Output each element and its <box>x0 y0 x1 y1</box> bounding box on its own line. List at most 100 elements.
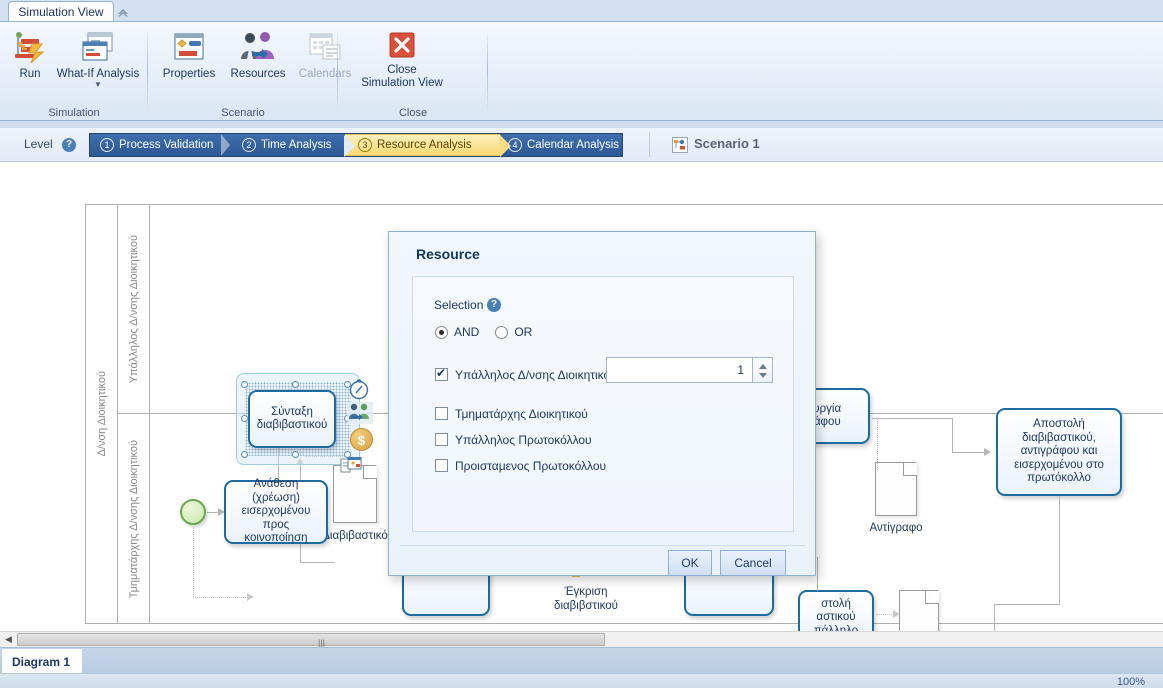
checkbox-proistamenos[interactable] <box>435 459 448 472</box>
sequence-flow <box>994 604 995 631</box>
close-icon <box>389 32 415 58</box>
start-event[interactable] <box>180 499 206 525</box>
connector <box>300 562 335 563</box>
level-steps: 1 Process Validation 2 Time Analysis 3 R… <box>89 133 623 157</box>
resources-icon <box>241 32 274 59</box>
checkbox-ypallilos-protokollou-label: Υπάλληλος Πρωτοκόλλου <box>455 433 592 447</box>
diagram-canvas[interactable]: Δ/νση Διοικητικού Υπάλληλος Δ/νσης Διοικ… <box>0 162 1163 631</box>
resize-handle[interactable] <box>292 381 299 388</box>
selection-radio-group: AND OR <box>435 325 548 339</box>
radio-and[interactable] <box>435 325 448 339</box>
step-chevron <box>221 134 235 156</box>
level-step-resource-analysis[interactable]: 3 Resource Analysis <box>358 134 472 156</box>
quantity-stepper[interactable]: 1 <box>606 357 773 383</box>
lane-label: Υπάλληλος Δ/νσης Διοικητικού <box>127 234 140 384</box>
chevron-down-icon[interactable]: ▼ <box>94 81 102 89</box>
ok-button[interactable]: OK <box>668 550 712 576</box>
run-button[interactable]: Run <box>8 26 52 81</box>
step-number: 1 <box>100 138 114 152</box>
step-label: Calendar Analysis <box>527 139 620 151</box>
document-tabbar: Diagram 1 <box>0 647 1163 674</box>
properties-button[interactable]: Properties <box>156 26 222 81</box>
cancel-button-label: Cancel <box>734 556 772 570</box>
ribbon-group-scenario-label: Scenario <box>221 107 265 119</box>
horizontal-scrollbar[interactable]: ◀ ||| <box>0 631 1163 648</box>
divider <box>400 545 805 546</box>
run-icon <box>15 32 45 64</box>
scrollbar-thumb[interactable]: ||| <box>17 633 605 648</box>
resource-dialog[interactable]: Resource Selection ? AND OR Υπάλληλος Δ/… <box>388 231 816 576</box>
quantity-input[interactable]: 1 <box>606 357 753 383</box>
quantity-spin-buttons[interactable] <box>753 357 773 383</box>
ribbon-group-simulation-label: Simulation <box>48 107 100 119</box>
resize-handle[interactable] <box>241 451 248 458</box>
ribbon-group-close: Close Simulation View Close <box>338 22 488 121</box>
cost-badge-icon[interactable]: $ <box>350 428 373 451</box>
data-object-antigrafo-label: Αντίγραφο <box>869 522 923 534</box>
checkbox-row-ypallilos-protokollou[interactable]: Υπάλληλος Πρωτοκόλλου <box>435 432 665 449</box>
resize-handle[interactable] <box>241 381 248 388</box>
what-if-analysis-button[interactable]: What-If Analysis ▼ <box>56 26 140 89</box>
task-anathesi-xreosi[interactable]: Ανάθεση (χρέωση) εισερχομένου προς κοινο… <box>224 478 328 544</box>
resources-label: Resources <box>230 68 286 80</box>
lane-header-2: Τμηματάρχης Δ/νσης Διοικητικού <box>118 414 150 624</box>
sequence-flow <box>952 452 985 453</box>
lane-label: Τμηματάρχης Δ/νσης Διοικητικού <box>127 439 140 599</box>
step-number: 4 <box>508 138 522 152</box>
resources-button[interactable]: Resources <box>226 26 290 81</box>
tab-simulation-view[interactable]: Simulation View <box>8 1 114 22</box>
task-apostoli-ypallilo[interactable]: στολή αστικού πάλληλο <box>798 590 874 631</box>
sequence-flow <box>817 557 818 591</box>
chevron-up-icon[interactable] <box>113 4 133 20</box>
resize-handle[interactable] <box>292 451 299 458</box>
timer-clock-icon[interactable] <box>348 378 369 400</box>
ribbon-group-simulation: Run What-If Analysis ▼ Simulation <box>0 22 148 121</box>
lane-header-1: Υπάλληλος Δ/νσης Διοικητικού <box>118 205 150 413</box>
task-syntaxi-diavivastikou[interactable]: Σύνταξη διαβιβαστικού <box>248 390 336 448</box>
ribbon-group-close-label: Close <box>398 107 428 119</box>
cancel-button[interactable]: Cancel <box>720 550 786 576</box>
level-step-process-validation[interactable]: 1 Process Validation <box>100 134 213 156</box>
level-bar: Level ? 1 Process Validation 2 Time Anal… <box>0 128 1163 162</box>
radio-or[interactable] <box>495 325 509 339</box>
step-number: 3 <box>358 138 372 152</box>
checkbox-ypallilos-dnsis[interactable] <box>435 366 448 381</box>
sequence-flow <box>994 604 1060 605</box>
data-object-egkekrimeno[interactable] <box>899 590 939 631</box>
sequence-flow <box>872 418 952 419</box>
task-apostoli-sto-protokollo[interactable]: Αποστολή διαβιβαστικού, αντιγράφου και ε… <box>996 408 1122 496</box>
checkbox-tmimatarxis[interactable] <box>435 407 448 420</box>
ribbon-group-divider <box>487 28 488 112</box>
scroll-left-button[interactable]: ◀ <box>0 632 17 647</box>
ribbon-tabstrip: Simulation View <box>0 0 1163 22</box>
close-simulation-view-button[interactable]: Close Simulation View <box>348 26 456 90</box>
ribbon-body: Run What-If Analysis ▼ Simulation Proper… <box>0 21 1163 121</box>
level-step-calendar-analysis[interactable]: 4 Calendar Analysis <box>508 134 619 156</box>
scenario-icon <box>672 137 688 153</box>
connector-arrow <box>247 593 254 601</box>
zoom-level-indicator: 100% <box>1116 676 1145 688</box>
question-help-icon[interactable]: ? <box>487 297 501 312</box>
checkbox-row-proistamenos[interactable]: Προισταμενος Πρωτοκόλλου <box>435 458 665 475</box>
level-step-time-analysis[interactable]: 2 Time Analysis <box>242 134 332 156</box>
step-label: Time Analysis <box>261 139 332 151</box>
tab-diagram-1-label: Diagram 1 <box>12 654 71 669</box>
close-simulation-view-label: Close Simulation View <box>361 64 443 89</box>
resize-handle[interactable] <box>241 415 248 422</box>
spin-down-icon[interactable] <box>759 373 767 378</box>
step-label: Resource Analysis <box>377 139 472 151</box>
checkbox-row-tmimatarxis[interactable]: Τμηματάρχης Διοικητικού <box>435 406 665 423</box>
checkbox-ypallilos-protokollou[interactable] <box>435 433 448 446</box>
spin-up-icon[interactable] <box>759 364 767 369</box>
tab-simulation-view-label: Simulation View <box>18 5 104 19</box>
question-help-icon[interactable]: ? <box>62 137 76 152</box>
association <box>877 418 878 470</box>
sequence-flow <box>1059 496 1060 604</box>
pool-header: Δ/νση Διοικητικού <box>86 205 118 623</box>
resource-people-icon[interactable] <box>347 402 373 424</box>
properties-icon <box>174 33 204 60</box>
tab-diagram-1[interactable]: Diagram 1 <box>2 649 82 674</box>
association <box>193 527 194 597</box>
data-object-antigrafo[interactable] <box>875 462 917 516</box>
status-bar: 100% <box>0 673 1163 688</box>
